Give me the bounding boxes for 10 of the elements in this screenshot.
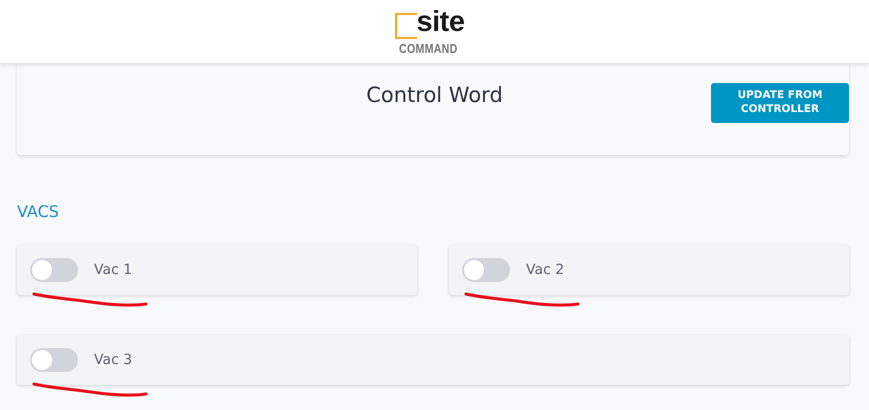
toggle-label: Vac 3 [94,352,132,368]
update-button[interactable]: UPDATE FROM CONTROLLER [711,83,849,123]
section-heading: VACS [17,202,60,222]
toggle-switch[interactable] [462,258,510,282]
logo: site COMMAND [394,6,474,58]
toggle-switch[interactable] [30,258,78,282]
toggle-label: Vac 2 [526,262,564,278]
toggle-switch[interactable] [30,348,78,372]
page-title: Control Word [366,83,503,107]
toggle-label: Vac 1 [94,262,132,278]
